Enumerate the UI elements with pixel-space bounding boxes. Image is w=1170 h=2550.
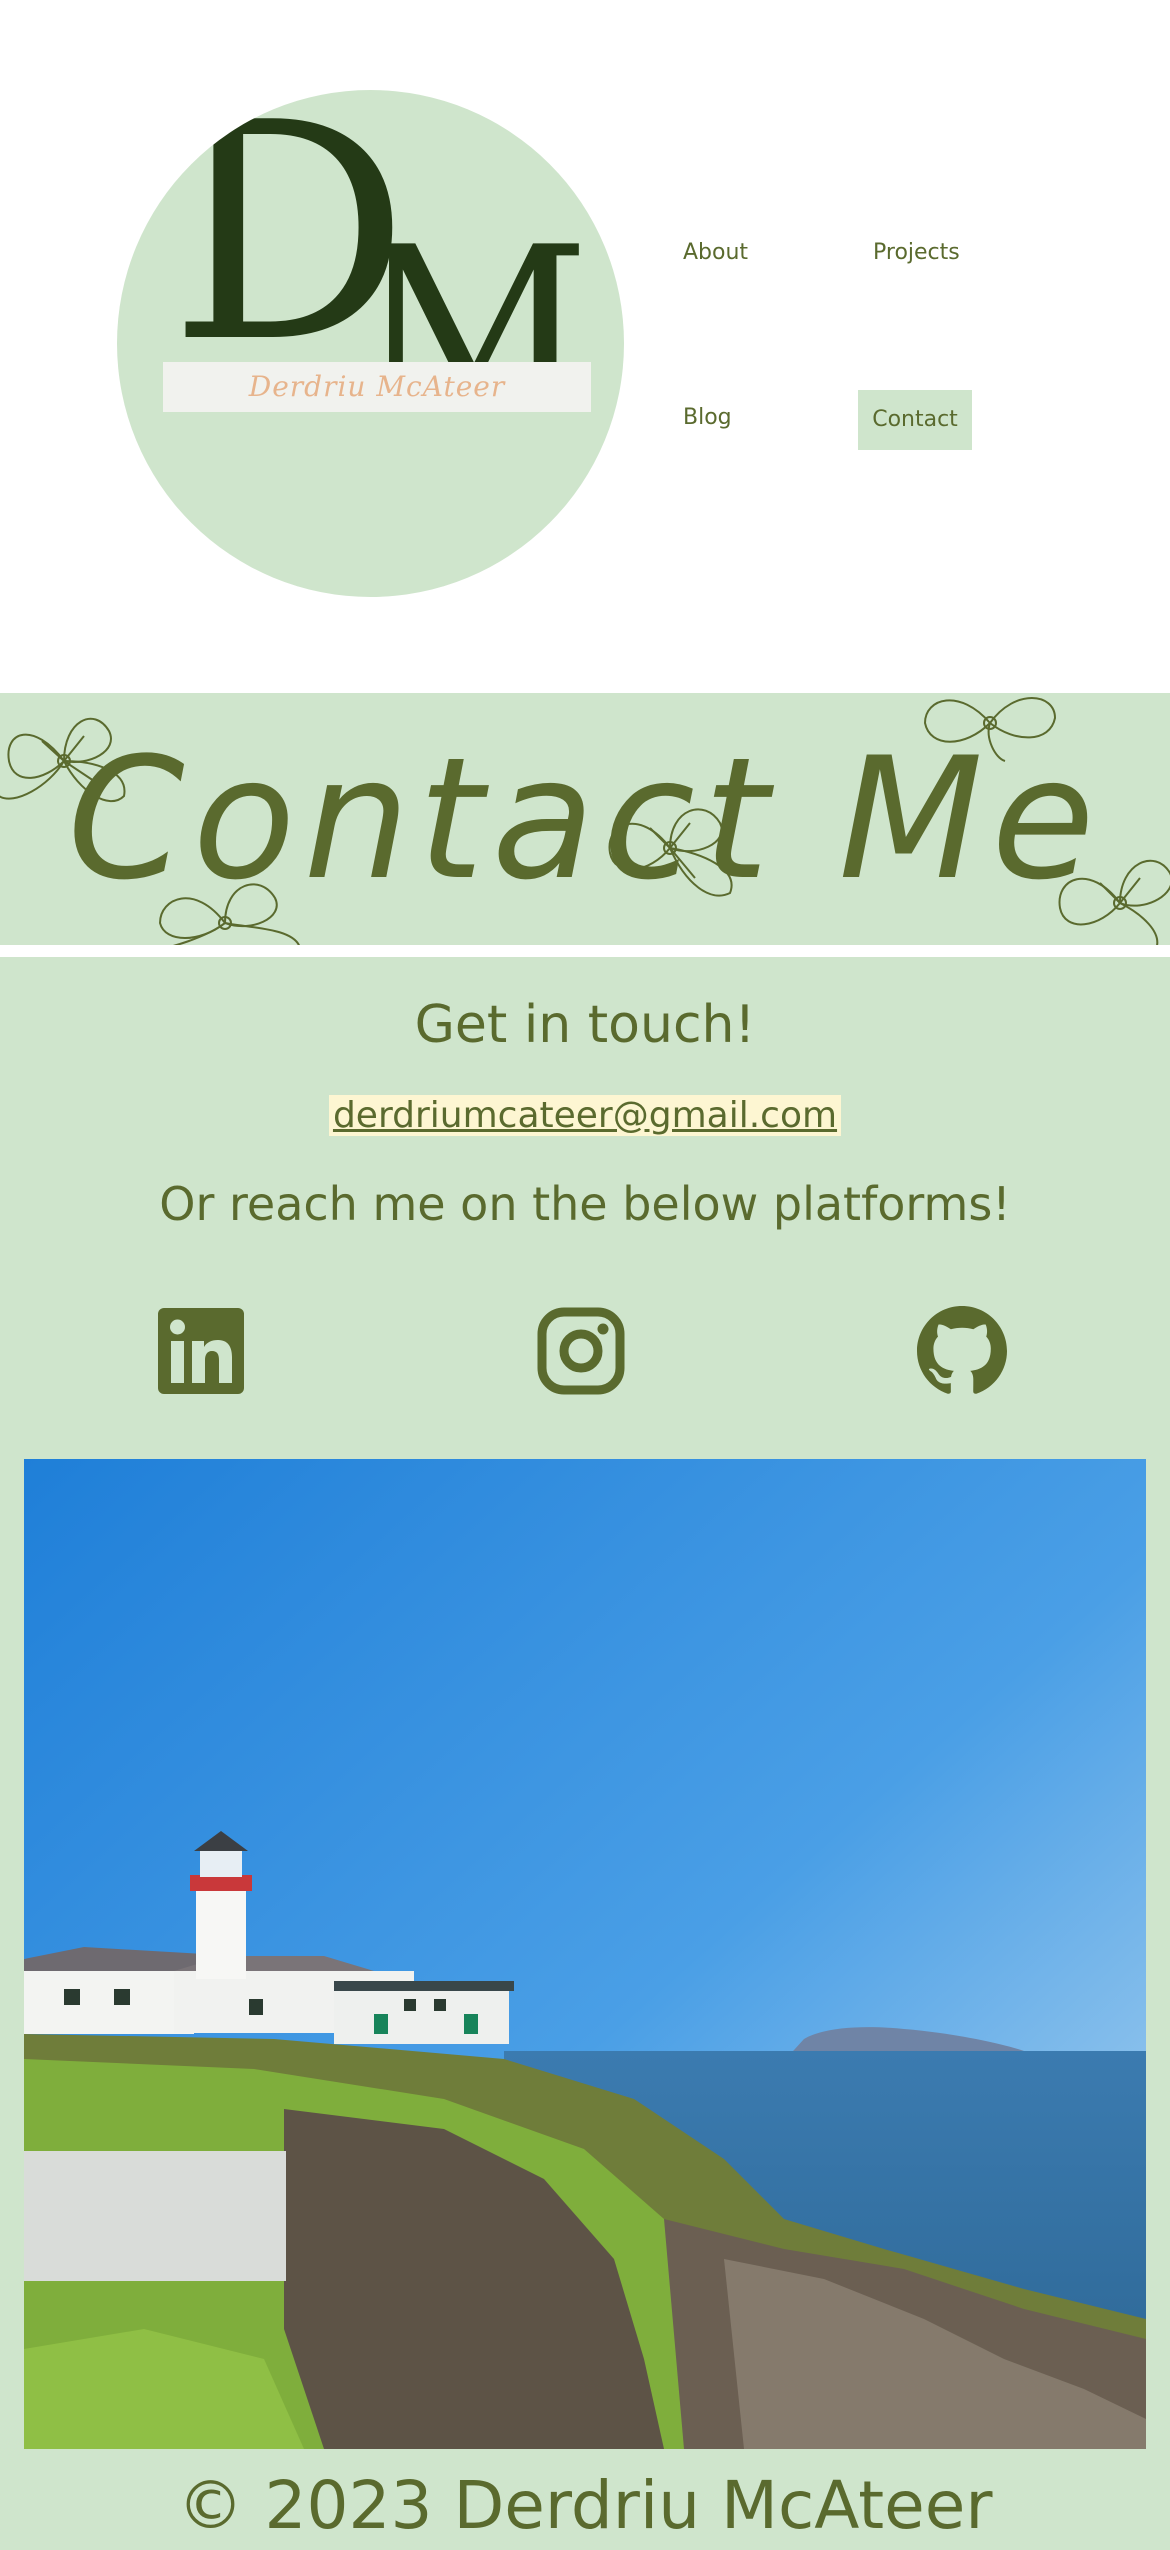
github-icon <box>917 1306 1007 1394</box>
instagram-link[interactable] <box>536 1306 626 1396</box>
logo-letter-m: M <box>355 199 591 466</box>
footer-copyright: © 2023 Derdriu McAteer <box>177 2467 993 2544</box>
linkedin-icon <box>158 1308 244 1394</box>
site-header: D M Derdriu McAteer About Projects Blog … <box>0 0 1170 693</box>
section-divider <box>0 945 1170 957</box>
lighthouse-photo <box>24 1459 1146 2449</box>
contact-banner-title: Contact Me <box>67 721 1103 917</box>
instagram-icon <box>537 1307 625 1395</box>
nav-blog-link[interactable]: Blog <box>683 405 732 430</box>
lighthouse-scene-image <box>24 1459 1146 2449</box>
email-container: derdriumcateer@gmail.com <box>0 1095 1170 1136</box>
nav-contact-link[interactable]: Contact <box>858 390 972 450</box>
logo-script-name: Derdriu McAteer <box>248 370 506 403</box>
email-link[interactable]: derdriumcateer@gmail.com <box>328 1095 842 1136</box>
contact-banner: Contact Me <box>0 693 1170 945</box>
contact-section: Get in touch! derdriumcateer@gmail.com O… <box>0 957 1170 2550</box>
get-in-touch-heading: Get in touch! <box>414 995 756 1055</box>
nav-projects-link[interactable]: Projects <box>873 240 960 265</box>
site-logo[interactable]: D M Derdriu McAteer <box>117 90 624 597</box>
nav-about-link[interactable]: About <box>683 240 748 265</box>
linkedin-link[interactable] <box>156 1306 246 1396</box>
github-link[interactable] <box>917 1306 1007 1396</box>
platforms-subheading: Or reach me on the below platforms! <box>159 1177 1011 1231</box>
